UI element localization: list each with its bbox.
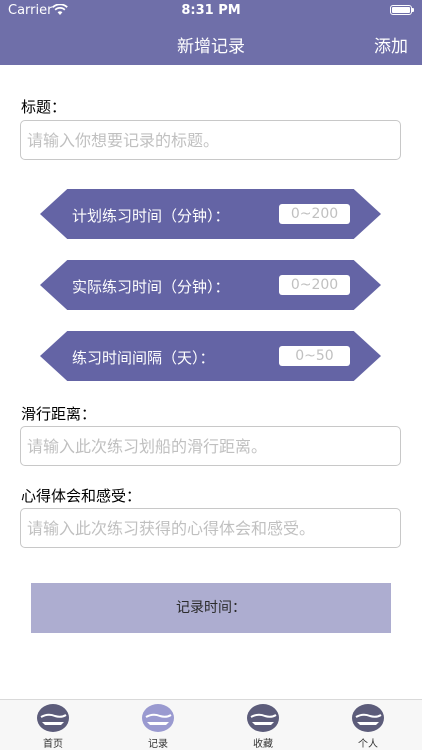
record-time-button[interactable]: 记录时间：: [31, 583, 391, 633]
tab-records-label: 记录: [148, 739, 168, 750]
nav-bar: Carrier 8:31 PM 新增记录 添加: [0, 0, 422, 65]
tab-home[interactable]: 首页: [23, 703, 83, 750]
tab-bar: 首页 记录 收藏 个人: [0, 699, 422, 750]
interval-row: 练习时间间隔（天）：: [40, 331, 381, 381]
planned-time-label: 计划练习时间（分钟）：: [72, 207, 230, 225]
status-time: 8:31 PM: [181, 3, 241, 18]
boat-icon: [352, 704, 384, 732]
title-label: 标题：: [21, 98, 67, 116]
interval-input[interactable]: [279, 346, 350, 366]
tab-records[interactable]: 记录: [128, 703, 188, 750]
page-title: 新增记录: [177, 37, 245, 57]
add-button[interactable]: 添加: [374, 32, 408, 57]
title-input[interactable]: [20, 120, 401, 160]
feeling-label: 心得体会和感受：: [21, 487, 142, 505]
actual-time-input[interactable]: [279, 275, 350, 295]
tab-favorites[interactable]: 收藏: [233, 703, 293, 750]
status-bar: Carrier 8:31 PM: [0, 3, 422, 21]
planned-time-row: 计划练习时间（分钟）：: [40, 189, 381, 239]
tab-favorites-label: 收藏: [253, 739, 273, 750]
tab-profile[interactable]: 个人: [338, 703, 398, 750]
boat-icon: [142, 704, 174, 732]
interval-label: 练习时间间隔（天）：: [72, 349, 215, 367]
boat-icon: [247, 704, 279, 732]
actual-time-label: 实际练习时间（分钟）：: [72, 278, 230, 296]
tab-home-label: 首页: [43, 739, 63, 750]
actual-time-row: 实际练习时间（分钟）：: [40, 260, 381, 310]
planned-time-input[interactable]: [279, 204, 350, 224]
feeling-input[interactable]: [20, 508, 401, 548]
tab-profile-label: 个人: [358, 739, 378, 750]
battery-icon: [390, 5, 414, 15]
distance-input[interactable]: [20, 426, 401, 466]
boat-icon: [37, 704, 69, 732]
distance-label: 滑行距离：: [21, 405, 97, 423]
